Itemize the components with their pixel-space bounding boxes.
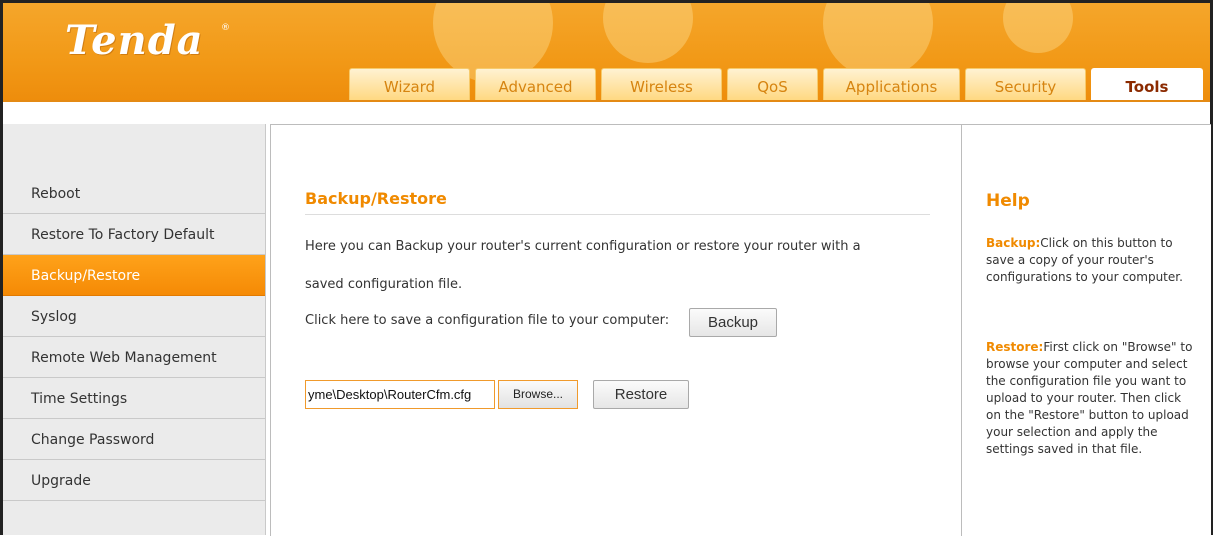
sidebar-item-reboot[interactable]: Reboot [3, 173, 265, 214]
title-divider [305, 214, 930, 215]
tab-security[interactable]: Security [965, 68, 1086, 100]
decor-bubble [1003, 3, 1073, 53]
sidebar-item-backup-restore[interactable]: Backup/Restore [3, 255, 265, 296]
help-restore-key: Restore: [986, 340, 1044, 354]
sidebar-item-restore-factory-default[interactable]: Restore To Factory Default [3, 214, 265, 255]
sidebar-item-remote-web-management[interactable]: Remote Web Management [3, 337, 265, 378]
browse-button[interactable]: Browse... [498, 380, 578, 409]
sidebar-item-upgrade[interactable]: Upgrade [3, 460, 265, 501]
description-line-2: saved configuration file. [305, 277, 463, 292]
sidebar: Reboot Restore To Factory Default Backup… [3, 124, 266, 535]
decor-bubble [603, 3, 693, 63]
decor-bubble [823, 3, 933, 78]
help-backup-text: Backup:Click on this button to save a co… [986, 235, 1198, 286]
restore-button[interactable]: Restore [593, 380, 689, 409]
backup-button[interactable]: Backup [689, 308, 777, 337]
main-content: Backup/Restore Here you can Backup your … [270, 124, 961, 536]
sidebar-item-syslog[interactable]: Syslog [3, 296, 265, 337]
tab-wizard[interactable]: Wizard [349, 68, 470, 100]
sidebar-item-time-settings[interactable]: Time Settings [3, 378, 265, 419]
help-panel: Help Backup:Click on this button to save… [961, 124, 1211, 536]
tab-applications[interactable]: Applications [823, 68, 960, 100]
tenda-logo: Tenda [65, 17, 204, 64]
header-divider [3, 100, 1210, 102]
help-title: Help [986, 191, 1030, 211]
page-title: Backup/Restore [305, 189, 447, 208]
sidebar-item-change-password[interactable]: Change Password [3, 419, 265, 460]
help-restore-desc: First click on "Browse" to browse your c… [986, 340, 1193, 456]
tab-tools[interactable]: Tools [1091, 68, 1203, 100]
backup-prompt: Click here to save a configuration file … [305, 313, 670, 328]
help-backup-key: Backup: [986, 236, 1041, 250]
help-restore-text: Restore:First click on "Browse" to brows… [986, 339, 1198, 458]
main-nav-tabs: Wizard Advanced Wireless QoS Application… [3, 68, 1210, 100]
description-line-1: Here you can Backup your router's curren… [305, 239, 861, 254]
tab-qos[interactable]: QoS [727, 68, 818, 100]
tab-advanced[interactable]: Advanced [475, 68, 596, 100]
header-banner: Tenda ® Wizard Advanced Wireless QoS App… [3, 3, 1210, 100]
config-file-input[interactable]: yme\Desktop\RouterCfm.cfg [305, 380, 495, 409]
registered-mark: ® [221, 23, 230, 33]
tab-wireless[interactable]: Wireless [601, 68, 722, 100]
